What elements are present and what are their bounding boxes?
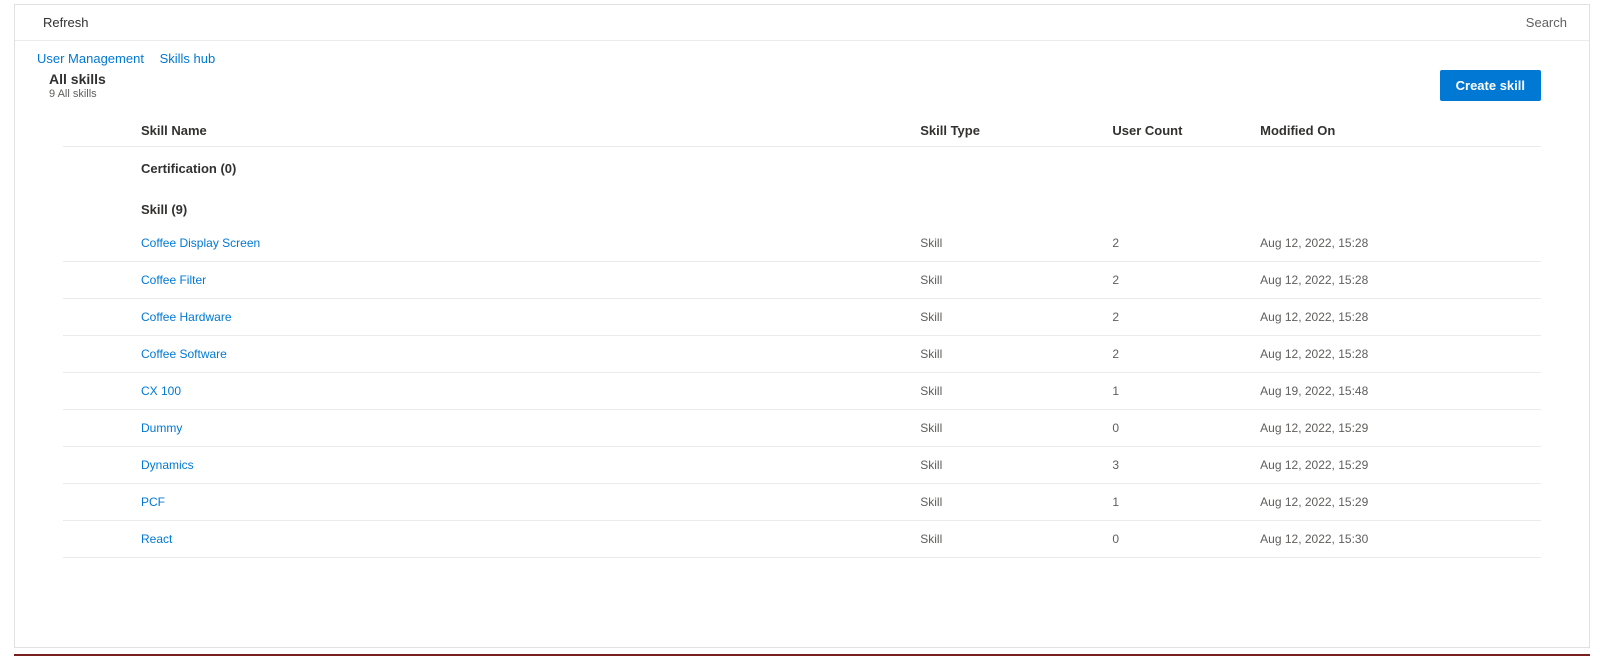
table-row[interactable]: Dynamics Skill3Aug 12, 2022, 15:29 <box>63 447 1541 484</box>
table-row[interactable]: Dummy Skill0Aug 12, 2022, 15:29 <box>63 410 1541 447</box>
cell-type: Skill <box>920 458 1112 472</box>
cell-count: 1 <box>1112 495 1260 509</box>
cell-modified: Aug 12, 2022, 15:28 <box>1260 310 1541 324</box>
breadcrumb-user-management[interactable]: User Management <box>37 51 144 66</box>
cell-modified: Aug 12, 2022, 15:28 <box>1260 347 1541 361</box>
column-header-count[interactable]: User Count <box>1112 123 1260 138</box>
cell-modified: Aug 12, 2022, 15:30 <box>1260 532 1541 546</box>
table-row[interactable]: Coffee Software Skill2Aug 12, 2022, 15:28 <box>63 336 1541 373</box>
cell-count: 3 <box>1112 458 1260 472</box>
cell-type: Skill <box>920 347 1112 361</box>
cell-modified: Aug 12, 2022, 15:28 <box>1260 273 1541 287</box>
cell-type: Skill <box>920 236 1112 250</box>
cell-count: 0 <box>1112 421 1260 435</box>
search-button[interactable]: Search <box>1526 15 1567 30</box>
cell-type: Skill <box>920 384 1112 398</box>
group-certification[interactable]: Certification (0) <box>63 147 1541 186</box>
skill-name-link[interactable]: Dummy <box>141 421 182 435</box>
skill-name-link[interactable]: CX 100 <box>141 384 181 398</box>
refresh-button[interactable]: Refresh <box>43 15 89 30</box>
table-row[interactable]: Coffee Display Screen Skill2Aug 12, 2022,… <box>63 225 1541 262</box>
skills-grid: Skill Name Skill Type User Count Modifie… <box>15 109 1589 558</box>
cell-count: 2 <box>1112 273 1260 287</box>
cell-modified: Aug 12, 2022, 15:29 <box>1260 458 1541 472</box>
table-row[interactable]: React Skill0Aug 12, 2022, 15:30 <box>63 521 1541 558</box>
cell-type: Skill <box>920 273 1112 287</box>
skill-name-link[interactable]: Coffee Software <box>141 347 227 361</box>
table-row[interactable]: Coffee Hardware Skill2Aug 12, 2022, 15:28 <box>63 299 1541 336</box>
cell-modified: Aug 19, 2022, 15:48 <box>1260 384 1541 398</box>
skill-name-link[interactable]: Coffee Display Screen <box>141 236 260 250</box>
page-container: Refresh Search User Management Skills hu… <box>14 4 1590 648</box>
create-skill-button[interactable]: Create skill <box>1440 70 1541 101</box>
column-header-modified[interactable]: Modified On <box>1260 123 1541 138</box>
table-row[interactable]: PCF Skill1Aug 12, 2022, 15:29 <box>63 484 1541 521</box>
cell-count: 2 <box>1112 347 1260 361</box>
skill-name-link[interactable]: PCF <box>141 495 165 509</box>
skill-name-link[interactable]: Dynamics <box>141 458 194 472</box>
group-skill[interactable]: Skill (9) <box>63 186 1541 225</box>
skill-name-link[interactable]: Coffee Filter <box>141 273 206 287</box>
breadcrumb-skills-hub[interactable]: Skills hub <box>160 51 216 66</box>
cell-type: Skill <box>920 495 1112 509</box>
cell-count: 0 <box>1112 532 1260 546</box>
cell-type: Skill <box>920 421 1112 435</box>
skill-name-link[interactable]: Coffee Hardware <box>141 310 232 324</box>
column-header-name[interactable]: Skill Name <box>63 123 920 138</box>
cell-modified: Aug 12, 2022, 15:29 <box>1260 495 1541 509</box>
skill-name-link[interactable]: React <box>141 532 172 546</box>
page-subtitle: 9 All skills <box>49 88 106 100</box>
cell-count: 2 <box>1112 310 1260 324</box>
cell-type: Skill <box>920 310 1112 324</box>
grid-header-row: Skill Name Skill Type User Count Modifie… <box>63 115 1541 147</box>
cell-count: 2 <box>1112 236 1260 250</box>
cell-count: 1 <box>1112 384 1260 398</box>
cell-modified: Aug 12, 2022, 15:29 <box>1260 421 1541 435</box>
page-header: All skills 9 All skills Create skill <box>15 68 1589 109</box>
table-row[interactable]: CX 100 Skill1Aug 19, 2022, 15:48 <box>63 373 1541 410</box>
column-header-type[interactable]: Skill Type <box>920 123 1112 138</box>
command-bar: Refresh Search <box>15 5 1589 41</box>
page-title: All skills <box>49 71 106 87</box>
cell-modified: Aug 12, 2022, 15:28 <box>1260 236 1541 250</box>
table-row[interactable]: Coffee Filter Skill2Aug 12, 2022, 15:28 <box>63 262 1541 299</box>
breadcrumb: User Management Skills hub <box>15 41 1589 68</box>
cell-type: Skill <box>920 532 1112 546</box>
